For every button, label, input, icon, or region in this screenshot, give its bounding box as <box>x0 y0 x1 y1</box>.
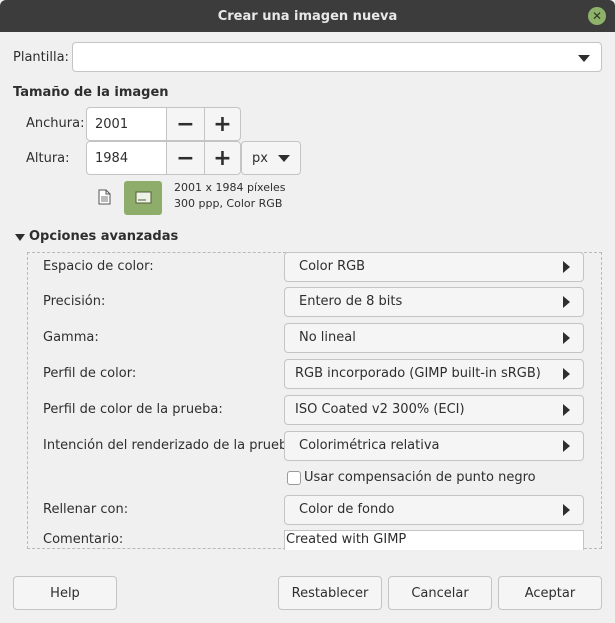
unit-value: px <box>252 151 268 166</box>
fill-value: Color de fondo <box>299 502 395 517</box>
minus-icon: − <box>176 111 195 137</box>
width-value: 2001 <box>95 116 129 132</box>
ok-button-label: Aceptar <box>524 585 576 601</box>
height-value: 1984 <box>95 150 129 166</box>
plus-icon: + <box>213 111 232 137</box>
close-icon: ✕ <box>591 9 603 23</box>
cancel-button[interactable]: Cancelar <box>388 576 492 610</box>
proof-intent-label: Intención del renderizado de la prueba: <box>43 438 300 453</box>
reset-button-label: Restablecer <box>291 585 369 601</box>
advanced-options-heading: Opciones avanzadas <box>29 229 179 244</box>
width-input[interactable]: 2001 <box>86 107 167 141</box>
plus-icon: + <box>213 145 232 171</box>
close-button[interactable]: ✕ <box>588 7 606 25</box>
chevron-down-icon <box>278 155 290 162</box>
gamma-value: No lineal <box>299 330 356 345</box>
black-point-label[interactable]: Usar compensación de punto negro <box>304 470 536 485</box>
proof-intent-value: Colorimétrica relativa <box>299 438 440 453</box>
black-point-checkbox[interactable] <box>287 471 301 485</box>
chevron-right-icon <box>563 296 570 308</box>
gamma-label: Gamma: <box>43 330 99 345</box>
portrait-icon[interactable] <box>98 189 111 205</box>
chevron-right-icon <box>563 332 570 344</box>
precision-label: Precisión: <box>43 294 106 309</box>
reset-button[interactable]: Restablecer <box>278 576 382 610</box>
proof-intent-button[interactable]: Colorimétrica relativa <box>284 431 584 461</box>
proof-profile-label: Perfil de color de la prueba: <box>43 402 223 417</box>
advanced-options-expander[interactable]: Opciones avanzadas <box>14 229 178 247</box>
precision-value: Entero de 8 bits <box>299 294 403 309</box>
width-decrement-button[interactable]: − <box>166 107 205 141</box>
chevron-right-icon <box>563 440 570 452</box>
template-label: Plantilla: <box>13 50 69 65</box>
unit-combo[interactable]: px <box>241 141 301 175</box>
minus-icon: − <box>176 145 195 171</box>
chevron-right-icon <box>563 261 570 273</box>
image-info-line2: 300 ppp, Color RGB <box>174 197 283 210</box>
fill-button[interactable]: Color de fondo <box>284 495 584 525</box>
width-label: Anchura: <box>26 116 85 131</box>
title-bar: Crear una imagen nueva ✕ <box>0 0 615 32</box>
window-title: Crear una imagen nueva <box>217 8 398 24</box>
color-space-value: Color RGB <box>299 259 366 274</box>
chevron-right-icon <box>563 404 570 416</box>
chevron-right-icon <box>563 504 570 516</box>
comment-value: Created with GIMP <box>286 532 407 547</box>
chevron-right-icon <box>563 368 570 380</box>
height-input[interactable]: 1984 <box>86 141 167 175</box>
image-info-line1: 2001 x 1984 píxeles <box>174 181 286 194</box>
comment-label: Comentario: <box>43 532 124 547</box>
height-increment-button[interactable]: + <box>204 141 241 175</box>
landscape-icon[interactable] <box>124 181 162 215</box>
height-decrement-button[interactable]: − <box>166 141 205 175</box>
color-space-label: Espacio de color: <box>43 259 154 274</box>
color-profile-label: Perfil de color: <box>43 366 137 381</box>
gamma-button[interactable]: No lineal <box>284 323 584 353</box>
help-button[interactable]: Help <box>13 576 117 610</box>
color-profile-button[interactable]: RGB incorporado (GIMP built-in sRGB) <box>284 359 584 389</box>
template-combo[interactable] <box>72 42 602 72</box>
color-profile-value: RGB incorporado (GIMP built-in sRGB) <box>295 366 541 381</box>
color-space-button[interactable]: Color RGB <box>284 252 584 282</box>
expander-arrow-icon <box>15 234 25 241</box>
fill-label: Rellenar con: <box>43 502 129 517</box>
cancel-button-label: Cancelar <box>411 585 469 601</box>
proof-profile-button[interactable]: ISO Coated v2 300% (ECI) <box>284 395 584 425</box>
width-increment-button[interactable]: + <box>204 107 241 141</box>
image-size-heading: Tamaño de la imagen <box>13 85 169 100</box>
help-button-label: Help <box>50 585 80 601</box>
proof-profile-value: ISO Coated v2 300% (ECI) <box>295 402 465 417</box>
precision-button[interactable]: Entero de 8 bits <box>284 287 584 317</box>
chevron-down-icon <box>578 55 590 62</box>
height-label: Altura: <box>26 151 70 166</box>
comment-textarea[interactable]: Created with GIMP <box>284 530 584 550</box>
ok-button[interactable]: Aceptar <box>498 576 602 610</box>
